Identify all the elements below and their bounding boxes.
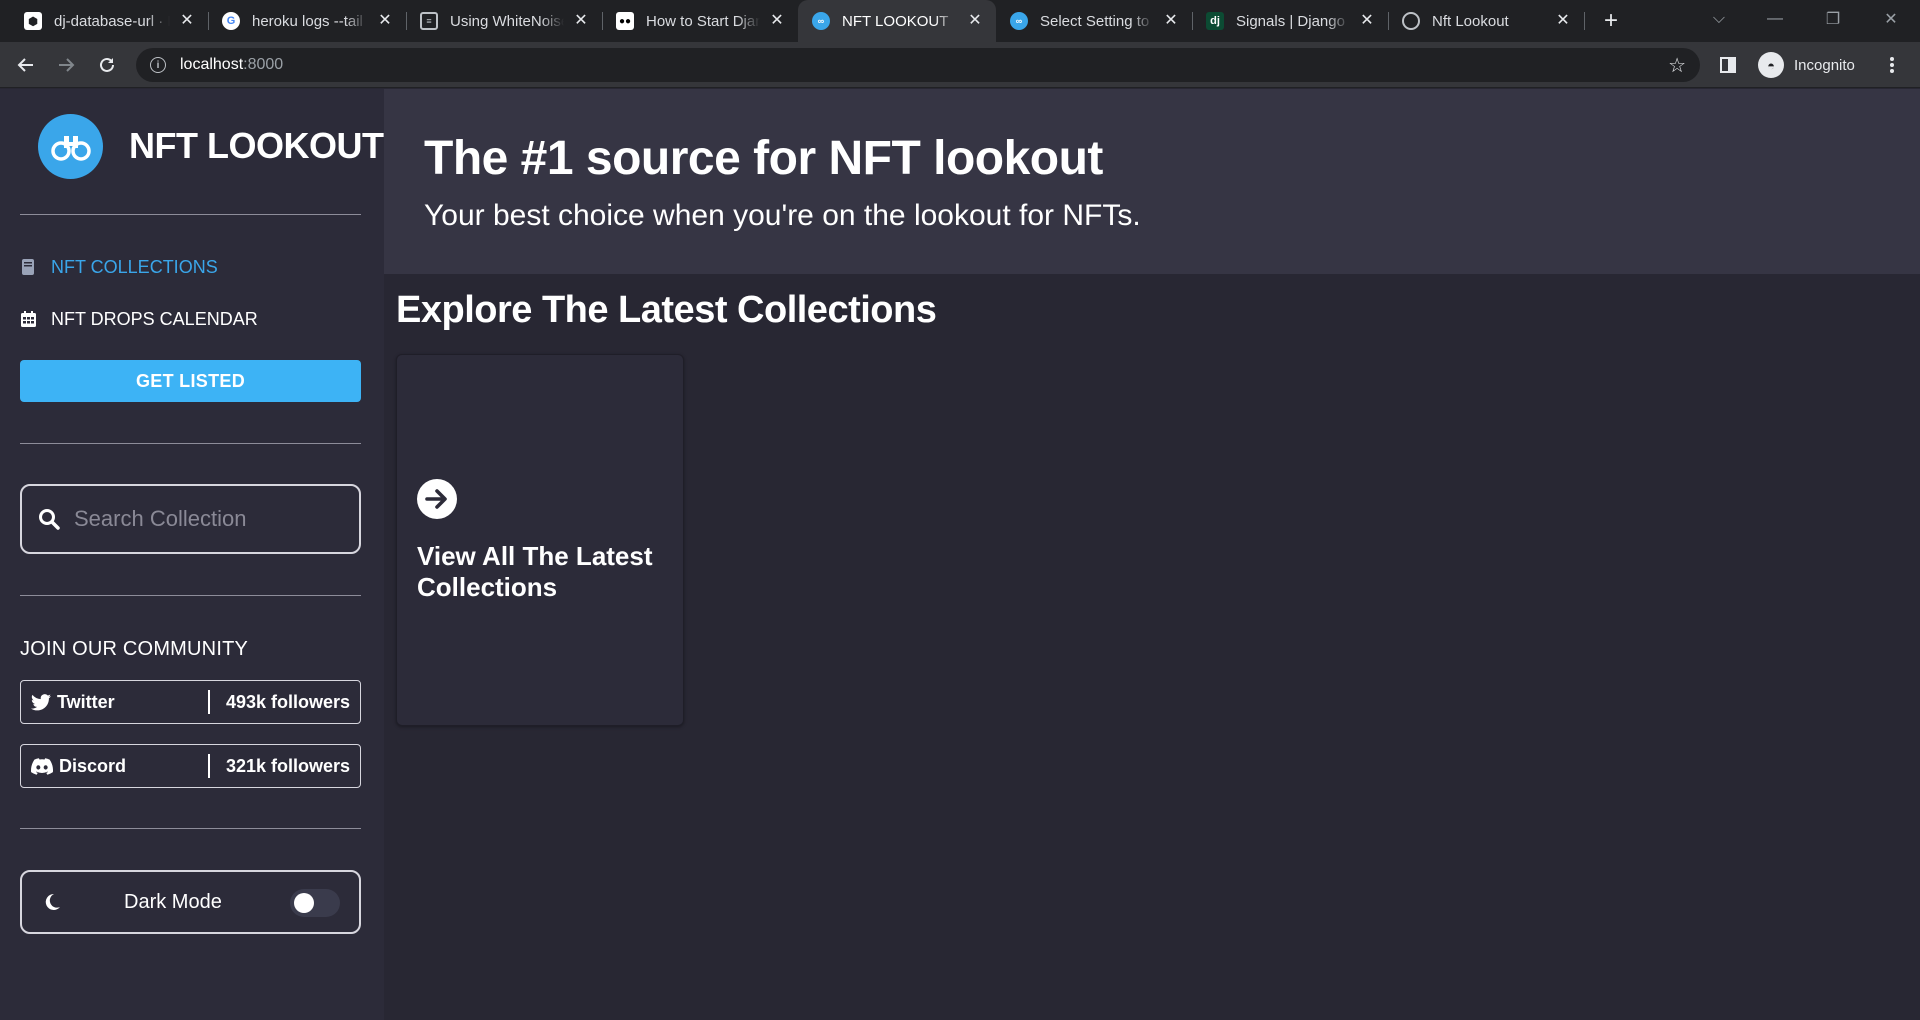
- section-title: Explore The Latest Collections: [396, 289, 937, 331]
- close-icon[interactable]: ✕: [376, 12, 394, 30]
- community-title: JOIN OUR COMMUNITY: [20, 638, 249, 660]
- discord-icon: [31, 757, 53, 775]
- divider: [20, 828, 361, 829]
- tab-title: Select Setting to change: [1040, 12, 1154, 30]
- search-icon: [39, 509, 60, 530]
- doc-icon: ≡: [420, 12, 438, 30]
- page: NFT LOOKOUT NFT COLLECTIONS NFT DROPS CA…: [0, 89, 1920, 1020]
- dark-mode-label: Dark Mode: [124, 891, 222, 913]
- browser-tab[interactable]: ≡ Using WhiteNoise with Django ✕: [406, 0, 603, 42]
- close-icon[interactable]: ✕: [1554, 12, 1572, 30]
- tab-title: NFT LOOKOUT: [842, 12, 949, 30]
- twitter-label: Twitter: [57, 691, 115, 712]
- tab-title: heroku logs --tail - Google Search: [252, 12, 368, 30]
- divider: [20, 443, 361, 444]
- browser-tab[interactable]: G heroku logs --tail - Google Search ✕: [208, 0, 407, 42]
- hero-subtitle: Your best choice when you're on the look…: [424, 199, 1141, 232]
- window-close-button[interactable]: ✕: [1868, 0, 1914, 38]
- nav-label: NFT COLLECTIONS: [51, 256, 218, 277]
- binoculars-icon: ∞: [812, 12, 830, 30]
- minimize-button[interactable]: —: [1752, 0, 1798, 38]
- twitter-followers: 493k followers: [225, 691, 350, 712]
- incognito-label: Incognito: [1794, 56, 1855, 74]
- tab-title: Using WhiteNoise with Django: [450, 12, 564, 30]
- browser-tab[interactable]: ⬢ dj-database-url · PyPI ✕: [10, 0, 209, 42]
- sidebar: NFT LOOKOUT NFT COLLECTIONS NFT DROPS CA…: [0, 89, 384, 1020]
- site-info-icon[interactable]: i: [150, 57, 166, 73]
- calendar-icon: [20, 311, 36, 327]
- medium-icon: ●●: [616, 12, 634, 30]
- bookmark-star-icon[interactable]: ☆: [1668, 53, 1686, 78]
- main-content: The #1 source for NFT lookout Your best …: [384, 89, 1920, 1020]
- globe-icon: [1402, 12, 1420, 30]
- nav-label: NFT DROPS CALENDAR: [51, 308, 258, 329]
- close-icon[interactable]: ✕: [572, 12, 590, 30]
- kebab-menu-icon: [1890, 57, 1894, 73]
- toggle-knob: [294, 893, 314, 913]
- address-bar[interactable]: i localhost:8000 ☆: [136, 48, 1700, 82]
- close-icon[interactable]: ✕: [1358, 12, 1376, 30]
- view-all-collections-card[interactable]: View All The Latest Collections: [396, 354, 684, 726]
- card-label: View All The Latest Collections: [417, 541, 653, 602]
- browser-toolbar: i localhost:8000 ☆ ◓ Incognito: [0, 42, 1920, 88]
- reload-icon: [100, 57, 114, 72]
- browser-tab[interactable]: ●● How to Start Django Project ✕: [602, 0, 798, 42]
- logo-binoculars-icon[interactable]: [38, 114, 103, 179]
- arrow-right-icon: [59, 58, 75, 72]
- django-icon: dj: [1206, 12, 1224, 30]
- logo-text[interactable]: NFT LOOKOUT: [129, 125, 384, 167]
- incognito-icon: ◓: [1758, 52, 1784, 78]
- forward-button[interactable]: [50, 49, 82, 81]
- twitter-button[interactable]: Twitter 493k followers: [20, 680, 361, 724]
- hero-title: The #1 source for NFT lookout: [424, 132, 1103, 185]
- discord-followers: 321k followers: [225, 755, 350, 776]
- arrow-right-circle-icon: [417, 479, 457, 519]
- get-listed-button[interactable]: GET LISTED: [20, 360, 361, 402]
- close-icon[interactable]: ✕: [178, 12, 196, 30]
- dark-mode-toggle[interactable]: [290, 889, 340, 917]
- browser-tab-active[interactable]: ∞ NFT LOOKOUT ✕: [798, 0, 996, 42]
- side-panel-button[interactable]: [1712, 49, 1744, 81]
- discord-button[interactable]: Discord 321k followers: [20, 744, 361, 788]
- nav-item-nft-collections[interactable]: NFT COLLECTIONS: [20, 253, 218, 281]
- cube-icon: ⬢: [24, 12, 42, 30]
- tab-search-chevron-icon[interactable]: ⌵: [1696, 0, 1742, 38]
- tab-title: Signals | Django documentation: [1236, 12, 1350, 30]
- divider: [20, 595, 361, 596]
- browser-tab[interactable]: Nft Lookout ✕: [1388, 0, 1585, 42]
- browser-tab[interactable]: ∞ Select Setting to change ✕: [996, 0, 1193, 42]
- side-panel-icon: [1720, 57, 1736, 73]
- restore-button[interactable]: ❐: [1810, 0, 1856, 38]
- tab-title: How to Start Django Project: [646, 12, 760, 30]
- url-host: localhost: [180, 56, 244, 73]
- browser-menu-button[interactable]: [1876, 49, 1908, 81]
- close-icon[interactable]: ✕: [768, 12, 786, 30]
- discord-label: Discord: [59, 755, 127, 776]
- url-port: :8000: [243, 56, 284, 73]
- tab-title: Nft Lookout: [1432, 12, 1509, 30]
- browser-tab-bar: ⬢ dj-database-url · PyPI ✕ G heroku logs…: [0, 0, 1920, 42]
- arrow-left-icon: [17, 58, 33, 72]
- incognito-profile[interactable]: ◓ Incognito: [1754, 48, 1867, 82]
- reload-button[interactable]: [91, 49, 123, 81]
- close-icon[interactable]: ✕: [966, 12, 984, 30]
- divider: [20, 214, 361, 215]
- hero-banner: The #1 source for NFT lookout Your best …: [384, 89, 1920, 274]
- search-box[interactable]: [20, 484, 361, 554]
- moon-icon: [45, 893, 60, 910]
- back-button[interactable]: [10, 49, 42, 81]
- book-icon: [20, 259, 36, 275]
- nav-item-nft-drops-calendar[interactable]: NFT DROPS CALENDAR: [20, 305, 258, 333]
- browser-tab[interactable]: dj Signals | Django documentation ✕: [1192, 0, 1389, 42]
- dark-mode-control: Dark Mode: [20, 870, 361, 934]
- twitter-icon: [31, 693, 51, 710]
- close-icon[interactable]: ✕: [1162, 12, 1180, 30]
- tab-title: dj-database-url · PyPI: [54, 12, 170, 30]
- search-input[interactable]: [74, 506, 344, 532]
- binoculars-icon: ∞: [1010, 12, 1028, 30]
- new-tab-button[interactable]: +: [1598, 8, 1624, 34]
- google-icon: G: [222, 12, 240, 30]
